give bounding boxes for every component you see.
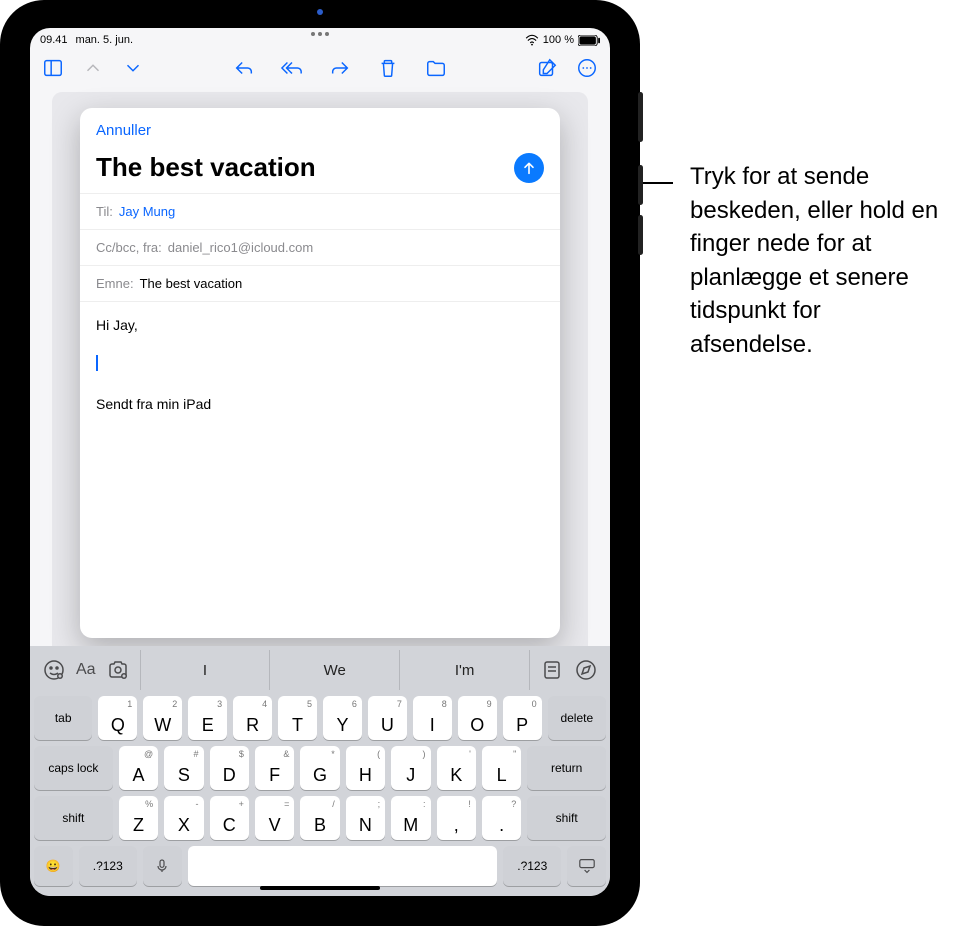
key-w[interactable]: W2: [143, 696, 182, 740]
space-key[interactable]: [188, 846, 498, 886]
ipad-frame: 09.41 man. 5. jun. 100 %: [0, 0, 640, 926]
delete-key[interactable]: delete: [548, 696, 606, 740]
volume-up-button[interactable]: [638, 165, 643, 205]
key-k[interactable]: K': [437, 746, 476, 790]
key-n[interactable]: N;: [346, 796, 385, 840]
chevron-down-icon[interactable]: [122, 57, 144, 79]
key-e[interactable]: E3: [188, 696, 227, 740]
folder-icon[interactable]: [425, 57, 447, 79]
numbers-key-left[interactable]: .?123: [79, 846, 137, 886]
key-i[interactable]: I8: [413, 696, 452, 740]
text-cursor: [96, 355, 98, 371]
more-icon[interactable]: [576, 57, 598, 79]
sidebar-toggle-icon[interactable]: [42, 57, 64, 79]
to-value[interactable]: Jay Mung: [119, 204, 175, 219]
reply-icon[interactable]: [233, 57, 255, 79]
status-time: 09.41: [40, 34, 68, 46]
key-a[interactable]: A@: [119, 746, 158, 790]
multitask-dots[interactable]: [311, 32, 329, 36]
pred-word-2[interactable]: We: [270, 650, 400, 690]
emoji-key[interactable]: 😀: [34, 846, 73, 886]
key-x[interactable]: X-: [164, 796, 203, 840]
wifi-icon: [525, 34, 539, 46]
battery-label: 100 %: [543, 34, 574, 46]
volume-down-button[interactable]: [638, 215, 643, 255]
send-button[interactable]: [514, 153, 544, 183]
status-bar: 09.41 man. 5. jun. 100 %: [30, 28, 610, 48]
shift-key-left[interactable]: shift: [34, 796, 113, 840]
compose-icon[interactable]: [536, 57, 558, 79]
battery-icon: [578, 35, 600, 46]
arrow-up-icon: [521, 160, 537, 176]
screen: 09.41 man. 5. jun. 100 %: [30, 28, 610, 896]
to-field[interactable]: Til: Jay Mung: [80, 193, 560, 229]
callout-text: Tryk for at sende beskeden, eller hold e…: [690, 160, 940, 362]
key-,[interactable]: ,!: [437, 796, 476, 840]
front-camera: [317, 9, 323, 15]
pred-word-1[interactable]: I: [141, 650, 271, 690]
trash-icon[interactable]: [377, 57, 399, 79]
cancel-button[interactable]: Annuller: [96, 122, 151, 139]
sticker-icon[interactable]: [42, 658, 66, 682]
keyboard-spacebar-row: 😀 .?123 .?123: [34, 846, 606, 886]
key-m[interactable]: M:: [391, 796, 430, 840]
key-t[interactable]: T5: [278, 696, 317, 740]
compose-title: The best vacation: [96, 152, 316, 183]
key-f[interactable]: F&: [255, 746, 294, 790]
key-p[interactable]: P0: [503, 696, 542, 740]
key-g[interactable]: G*: [300, 746, 339, 790]
format-icon[interactable]: Aa: [76, 661, 96, 679]
key-r[interactable]: R4: [233, 696, 272, 740]
to-label: Til:: [96, 204, 113, 219]
forward-icon[interactable]: [329, 57, 351, 79]
markup-icon[interactable]: [574, 658, 598, 682]
status-date: man. 5. jun.: [76, 34, 133, 46]
mic-icon: [154, 857, 170, 875]
key-c[interactable]: C+: [210, 796, 249, 840]
cc-value: daniel_rico1@icloud.com: [168, 240, 313, 255]
predictive-bar: Aa I We I'm: [34, 650, 606, 690]
key-j[interactable]: J): [391, 746, 430, 790]
home-indicator[interactable]: [260, 886, 380, 890]
numbers-key-right[interactable]: .?123: [503, 846, 561, 886]
capslock-key[interactable]: caps lock: [34, 746, 113, 790]
power-button[interactable]: [638, 92, 643, 142]
key-o[interactable]: O9: [458, 696, 497, 740]
signature: Sendt fra min iPad: [96, 393, 544, 415]
key-q[interactable]: Q1: [98, 696, 137, 740]
keyboard: Aa I We I'm tabQ1W2E3R4T5Y6U7I8O9P0delet…: [30, 646, 610, 896]
subject-label: Emne:: [96, 276, 134, 291]
key-d[interactable]: D$: [210, 746, 249, 790]
key-u[interactable]: U7: [368, 696, 407, 740]
key-z[interactable]: Z%: [119, 796, 158, 840]
compose-modal: Annuller The best vacation Til: Jay Mung…: [80, 108, 560, 638]
key-y[interactable]: Y6: [323, 696, 362, 740]
dismiss-keyboard-key[interactable]: [567, 846, 606, 886]
mail-toolbar: [30, 48, 610, 88]
key-b[interactable]: B/: [300, 796, 339, 840]
key-v[interactable]: V=: [255, 796, 294, 840]
reply-all-icon[interactable]: [281, 57, 303, 79]
key-.[interactable]: .?: [482, 796, 521, 840]
camera-icon[interactable]: [106, 658, 130, 682]
return-key[interactable]: return: [527, 746, 606, 790]
mic-key[interactable]: [143, 846, 182, 886]
keyboard-down-icon: [577, 858, 597, 874]
subject-value: The best vacation: [140, 276, 243, 291]
subject-field[interactable]: Emne: The best vacation: [80, 265, 560, 301]
predictive-words: I We I'm: [140, 650, 530, 690]
shift-key-right[interactable]: shift: [527, 796, 606, 840]
cc-field[interactable]: Cc/bcc, fra: daniel_rico1@icloud.com: [80, 229, 560, 265]
key-l[interactable]: L": [482, 746, 521, 790]
key-h[interactable]: H(: [346, 746, 385, 790]
cc-label: Cc/bcc, fra:: [96, 240, 162, 255]
scan-icon[interactable]: [540, 658, 564, 682]
chevron-up-icon[interactable]: [82, 57, 104, 79]
compose-body[interactable]: Hi Jay, Sendt fra min iPad: [80, 301, 560, 638]
body-greeting: Hi Jay,: [96, 314, 544, 336]
pred-word-3[interactable]: I'm: [400, 650, 529, 690]
tab-key[interactable]: tab: [34, 696, 92, 740]
key-s[interactable]: S#: [164, 746, 203, 790]
